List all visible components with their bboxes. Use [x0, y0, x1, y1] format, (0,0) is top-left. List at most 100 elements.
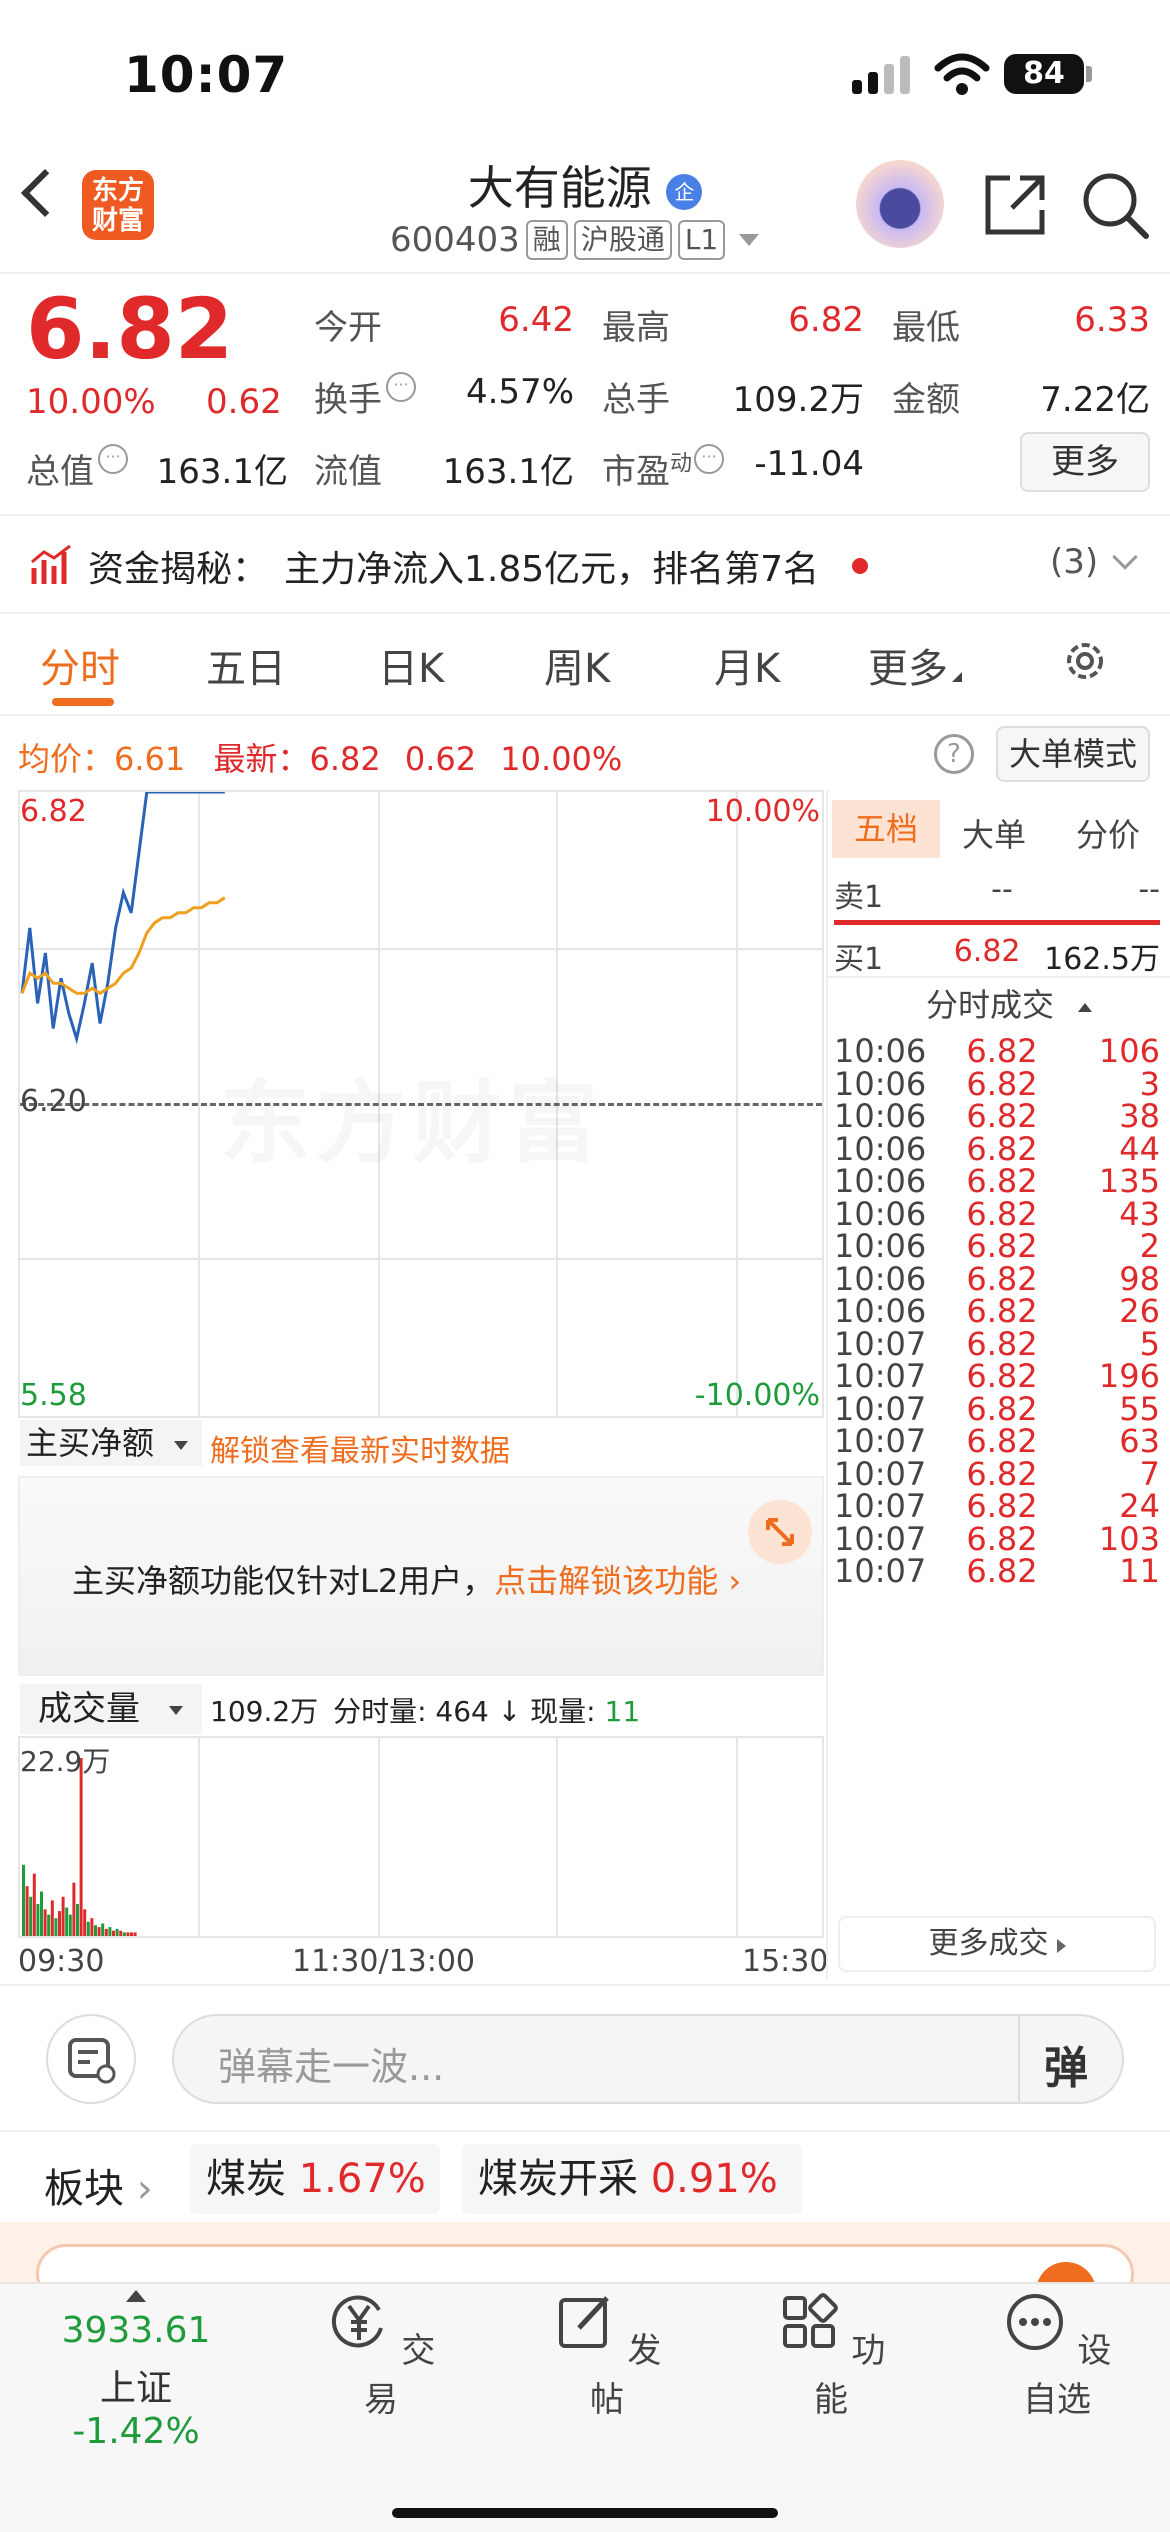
nav-add-watchlist[interactable]: 设自选	[992, 2290, 1122, 2421]
stock-code-row[interactable]: 600403 融 沪股通 L1	[390, 220, 760, 260]
chevron-right-icon: ›	[718, 1562, 742, 1600]
search-icon[interactable]	[1080, 170, 1152, 242]
turnover-label[interactable]: 换手 ···	[314, 372, 416, 421]
tab-monthly-k[interactable]: 月K	[714, 636, 780, 694]
tab-active-indicator	[52, 698, 114, 706]
expand-arrows	[766, 1518, 794, 1546]
high-label: 最高	[602, 308, 670, 348]
unlock-feature-link[interactable]: 点击解锁该功能	[494, 1562, 718, 1600]
y-label-top: 6.82	[20, 794, 87, 829]
danmu-placeholder: 弹幕走一波...	[218, 2045, 445, 2089]
chevron-down-icon	[1112, 544, 1138, 570]
chart-bars-icon	[31, 544, 71, 584]
expand-icon[interactable]	[748, 1500, 812, 1564]
latest-value: 6.82	[309, 740, 381, 778]
sector-chip-coal-mining[interactable]: 煤炭开采 0.91%	[462, 2144, 802, 2214]
sector-name: 煤炭	[206, 2156, 286, 2202]
help-icon[interactable]: ?	[934, 734, 974, 774]
latest-label: 最新：	[213, 740, 310, 778]
tag-connect: 沪股通	[573, 220, 672, 260]
volume-bar	[32, 1873, 36, 1936]
order-tab-price-dist[interactable]: 分价	[1076, 810, 1140, 856]
net-buy-dropdown[interactable]: 主买净额	[20, 1420, 202, 1466]
volume-bar	[79, 1758, 83, 1936]
more-trades-button[interactable]: 更多成交	[838, 1916, 1156, 1972]
mcap-label[interactable]: 总值 ···	[26, 444, 128, 493]
volume-bar	[130, 1932, 133, 1936]
chart-info-row: 均价：6.61 最新：6.82 0.62 10.00%	[18, 734, 622, 780]
grid-apps-icon	[782, 2293, 838, 2348]
more-button[interactable]: 更多	[1020, 432, 1150, 492]
volume-dropdown[interactable]: 成交量	[20, 1684, 202, 1734]
volume-bar	[50, 1900, 54, 1936]
amount-value: 7.22亿	[1040, 380, 1150, 420]
danmu-settings-icon[interactable]	[46, 2014, 136, 2104]
home-indicator	[392, 2508, 778, 2518]
tab-more[interactable]: 更多	[868, 636, 962, 694]
danmu-send-button[interactable]: 弹	[1044, 2032, 1088, 2096]
tab-intraday[interactable]: 分时	[40, 636, 120, 694]
y-label-bottom-pct: -10.00%	[694, 1378, 820, 1413]
sectors-label-text: 板块	[44, 2166, 124, 2212]
unlock-realtime-link[interactable]: 解锁查看最新实时数据	[210, 1426, 510, 1470]
volume-chart[interactable]: 22.9万	[18, 1736, 824, 1938]
turnover-value: 4.57%	[465, 372, 574, 412]
current-volume-value: 11	[604, 1695, 641, 1728]
latest-percent: 10.00%	[500, 740, 623, 778]
index-value: 3933.61	[61, 2310, 211, 2351]
tabs-divider	[0, 714, 1170, 716]
nav-functions[interactable]: 功能	[766, 2290, 896, 2421]
sector-chip-coal[interactable]: 煤炭 1.67%	[190, 2144, 440, 2214]
volume-summary: 109.2万 分时量: 464 ↓ 现量: 11	[210, 1690, 640, 1730]
bid-volume: 162.5万	[1044, 942, 1160, 977]
sectors-label[interactable]: 板块 ›	[44, 2156, 153, 2214]
battery-tip	[1086, 66, 1092, 82]
price-chart[interactable]: 东方财富 6.82 6.20 5.58 10.00% -10.00%	[18, 790, 824, 1418]
info-dots-icon: ···	[98, 444, 128, 474]
danmu-list-glyph	[68, 2038, 116, 2084]
bid-price: 6.82	[953, 934, 1021, 969]
tab-weekly-k[interactable]: 周K	[544, 636, 610, 694]
header-divider	[0, 272, 1170, 274]
change-percent: 10.00%	[26, 382, 156, 422]
caret-down-icon	[174, 1440, 189, 1450]
nav-trade[interactable]: 交易	[316, 2290, 446, 2421]
index-pct: -1.42%	[72, 2411, 200, 2452]
volume-value: 109.2万	[732, 380, 864, 420]
order-tab-five-levels[interactable]: 五档	[832, 800, 940, 858]
info-dots-icon: ···	[386, 372, 416, 402]
trades-header[interactable]: 分时成交	[926, 980, 1093, 1026]
sector-pct: 1.67%	[298, 2156, 426, 2202]
caret-up-icon	[1078, 1002, 1093, 1012]
volume-bar	[133, 1932, 137, 1936]
tab-more-label: 更多	[868, 646, 948, 692]
order-tab-big-orders[interactable]: 大单	[962, 810, 1026, 856]
robot-avatar-icon[interactable]	[856, 160, 944, 248]
caret-up-icon	[126, 2290, 146, 2302]
tab-five-day[interactable]: 五日	[206, 636, 286, 694]
big-order-mode-button[interactable]: 大单模式	[996, 726, 1150, 782]
share-icon[interactable]	[980, 170, 1050, 240]
danmu-input[interactable]: 弹幕走一波... 弹	[172, 2014, 1124, 2104]
trade-volume: 11	[1119, 1552, 1160, 1590]
cellular-signal-icon	[852, 54, 916, 94]
index-ticker[interactable]: 3933.61 上证 -1.42%	[36, 2290, 236, 2452]
tag-margin: 融	[525, 220, 568, 260]
pe-label[interactable]: 市盈动 ···	[602, 444, 725, 493]
pe-value: -11.04	[754, 444, 864, 484]
period-volume-label: 分时量:	[333, 1695, 427, 1728]
tab-daily-k[interactable]: 日K	[378, 636, 444, 694]
volume-bars	[22, 1758, 137, 1936]
y-label-mid: 6.20	[20, 1084, 87, 1119]
fund-banner[interactable]: 资金揭秘： 主力净流入1.85亿元，排名第7名 (3)	[0, 516, 1170, 612]
volume-bar	[104, 1928, 108, 1936]
danmu-divider	[0, 2130, 1170, 2132]
settings-gear-icon[interactable]	[1060, 636, 1110, 686]
nav-post[interactable]: 发帖	[542, 2290, 672, 2421]
index-row: 上证 -1.42%	[36, 2359, 236, 2452]
volume-bar	[86, 1921, 90, 1936]
trade-row: 10:07 6.82 11	[834, 1552, 1160, 1590]
enterprise-badge-icon: 企	[666, 173, 703, 210]
corner-triangle-icon	[952, 672, 962, 682]
volume-bar	[40, 1891, 43, 1936]
